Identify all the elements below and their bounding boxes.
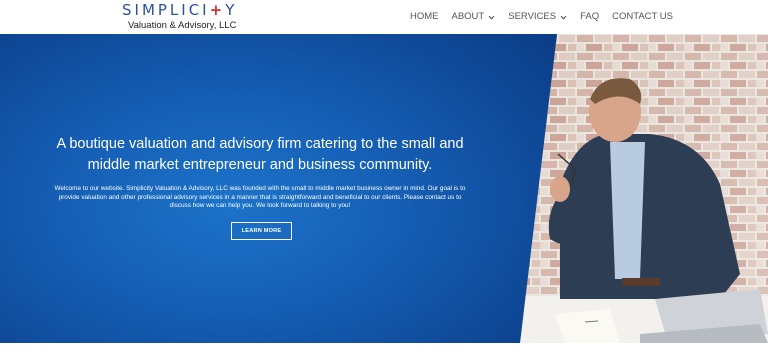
nav-item-contact-us[interactable]: CONTACT US bbox=[612, 11, 673, 23]
chevron-down-icon bbox=[560, 14, 567, 21]
nav-item-label: FAQ bbox=[580, 11, 600, 22]
hero-text-block: A boutique valuation and advisory firm c… bbox=[40, 134, 480, 211]
chevron-down-icon bbox=[488, 14, 495, 21]
nav-item-faq[interactable]: FAQ bbox=[580, 11, 599, 23]
nav-item-label: SERVICES bbox=[508, 11, 557, 22]
hero-section: A boutique valuation and advisory firm c… bbox=[0, 34, 768, 343]
hero-body-text: Welcome to our website. Simplicity Valua… bbox=[54, 185, 466, 210]
nav-item-home[interactable]: HOME bbox=[410, 11, 439, 23]
page-bottom-strip bbox=[0, 343, 768, 357]
main-nav: HOME ABOUT SERVICES FAQ CONTACT US bbox=[410, 10, 673, 24]
nav-item-label: HOME bbox=[410, 11, 439, 22]
site-logo[interactable]: SIMPLICI+Y Valuation & Advisory, LLC bbox=[120, 2, 250, 32]
logo-tagline: Valuation & Advisory, LLC bbox=[128, 20, 237, 31]
nav-item-label: ABOUT bbox=[451, 11, 485, 22]
logo-cross-icon: + bbox=[209, 1, 226, 19]
nav-item-services[interactable]: SERVICES bbox=[508, 11, 567, 23]
logo-wordmark: SIMPLICI+Y bbox=[122, 1, 238, 19]
nav-item-label: CONTACT US bbox=[612, 11, 673, 22]
site-header: SIMPLICI+Y Valuation & Advisory, LLC HOM… bbox=[0, 0, 768, 34]
hero-headline: A boutique valuation and advisory firm c… bbox=[56, 136, 464, 173]
learn-more-button[interactable]: LEARN MORE bbox=[231, 222, 292, 240]
nav-item-about[interactable]: ABOUT bbox=[452, 11, 496, 23]
